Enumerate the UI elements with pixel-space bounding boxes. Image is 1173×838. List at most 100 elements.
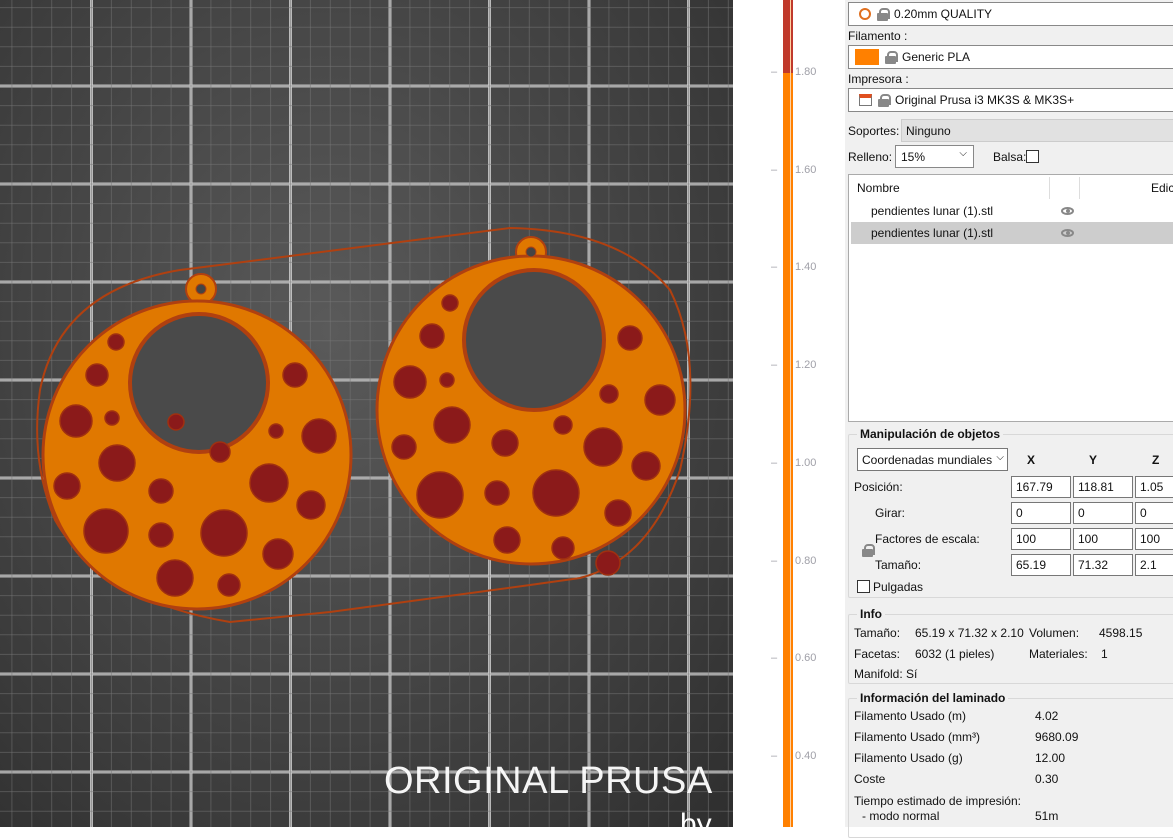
earring-dot [249,463,289,503]
earring-dot [59,404,93,438]
layer-tick-label: 1.20 [795,359,817,372]
manip-field-z[interactable]: 100 [1135,528,1173,550]
manip-field-x[interactable]: 65.19 [1011,554,1071,576]
earring-dot [551,536,575,560]
layer-tick-label: 1.80 [795,66,817,78]
column-name[interactable]: Nombre [857,181,900,195]
slice-row-label: Filamento Usado (mm³) [854,730,981,744]
scale-lock-icon[interactable] [862,544,875,557]
earring-dot [617,325,643,351]
print-mode-value: 51m [1035,809,1059,823]
object-list-item-selected[interactable]: pendientes lunar (1).stl [851,222,1173,244]
coordinates-value: Coordenadas mundiales [862,453,993,467]
earring-dot [107,333,125,351]
manip-field-y[interactable]: 0 [1073,502,1133,524]
object-list-item[interactable]: pendientes lunar (1).stl [851,200,1173,222]
coordinates-select[interactable]: Coordenadas mundiales ⌵ [857,448,1008,471]
layer-slider-track[interactable] [783,0,793,827]
filament-color-swatch[interactable] [855,49,879,65]
brim-checkbox[interactable] [1026,150,1039,163]
filament-select[interactable]: Generic PLA [848,45,1173,69]
info-volume-label: Volumen: [1029,626,1080,640]
earring-center-hole [462,268,606,412]
manip-field-x[interactable]: 167.79 [1011,476,1071,498]
infill-select[interactable]: 15% ⌵ [895,145,974,168]
manip-row-label: Factores de escala: [875,532,980,546]
manip-field-z[interactable]: 1.05 [1135,476,1173,498]
slice-row-label: Filamento Usado (g) [854,751,963,765]
manip-field-x[interactable]: 100 [1011,528,1071,550]
earring-dot [301,418,337,454]
earring-dot [532,469,580,517]
bed-scene [0,0,733,827]
layer-tick-label: 0.60 [795,652,817,665]
earring-dot [268,423,284,439]
earring-dot [282,362,308,388]
info-facets-value: 6032 (1 pieles) [915,647,995,661]
earring-dot [83,508,129,554]
print-mode-label: - modo normal [862,809,940,823]
section-title: Info [857,607,885,621]
printer-label: Impresora : [848,72,909,86]
eye-icon[interactable] [1061,207,1074,215]
print-time-label: Tiempo estimado de impresión: [854,794,1021,808]
manip-field-z[interactable]: 0 [1135,502,1173,524]
manip-field-z[interactable]: 2.1 [1135,554,1173,576]
earring-dot [148,478,174,504]
earring-dot [553,415,573,435]
brim-label: Balsa: [993,150,1027,164]
supports-select[interactable]: Ninguno [901,119,1173,142]
layer-slider[interactable]: 1.80 1.60 1.40 1.20 1.00 0.80 0.60 0.40 [733,0,845,827]
info-materials-label: Materiales: [1029,647,1088,661]
3d-viewport[interactable]: ORIGINAL PRUSA by [0,0,733,827]
earring-dot [419,323,445,349]
earring-dot [441,294,459,312]
info-volume-value: 4598.15 [1099,626,1143,640]
filament-value: Generic PLA [902,50,971,64]
earring-dot [209,441,231,463]
column-edit[interactable]: Edic [1151,181,1173,195]
earring-loop-hole [195,283,207,295]
axis-x-label: X [1027,453,1036,467]
print-preset-select[interactable]: 0.20mm QUALITY [848,2,1173,26]
earring-loop-hole [525,246,537,258]
earring-dot [167,413,185,431]
slice-row-label: Filamento Usado (m) [854,709,967,723]
earring-dot [595,550,621,576]
axis-y-label: Y [1089,453,1098,467]
earring-dot [296,490,326,520]
manip-field-y[interactable]: 118.81 [1073,476,1133,498]
earring-dot [644,384,676,416]
printer-value: Original Prusa i3 MK3S & MK3S+ [895,93,1075,107]
earring-dot [104,410,120,426]
manip-field-y[interactable]: 71.32 [1073,554,1133,576]
earring-dot [200,509,248,557]
printer-select[interactable]: Original Prusa i3 MK3S & MK3S+ [848,88,1173,112]
object-manipulation-panel: Manipulación de objetos Coordenadas mund… [848,427,1173,598]
lock-icon [885,50,898,64]
slice-row-label: Coste [854,772,886,786]
earring-dot [493,526,521,554]
earring-dot [433,406,471,444]
earring-dot [391,434,417,460]
earring-dot [439,372,455,388]
layer-tick-label: 1.40 [795,261,817,274]
manip-field-y[interactable]: 100 [1073,528,1133,550]
manip-field-x[interactable]: 0 [1011,502,1071,524]
lock-icon [877,7,890,21]
chevron-down-icon: ⌵ [996,452,1004,463]
earring-dot [262,538,294,570]
earring-dot [53,472,81,500]
object-name: pendientes lunar (1).stl [871,204,994,218]
eye-icon[interactable] [1061,229,1074,237]
earring-dot [393,365,427,399]
earring-dot [631,451,661,481]
inches-checkbox[interactable] [857,580,870,593]
slice-row-value: 0.30 [1035,772,1059,786]
slice-row-value: 12.00 [1035,751,1066,765]
gear-icon [859,8,871,20]
earring-dot [148,522,174,548]
earring-dot [217,573,241,597]
info-facets-label: Facetas: [854,647,901,661]
manip-row-label: Posición: [854,480,903,494]
